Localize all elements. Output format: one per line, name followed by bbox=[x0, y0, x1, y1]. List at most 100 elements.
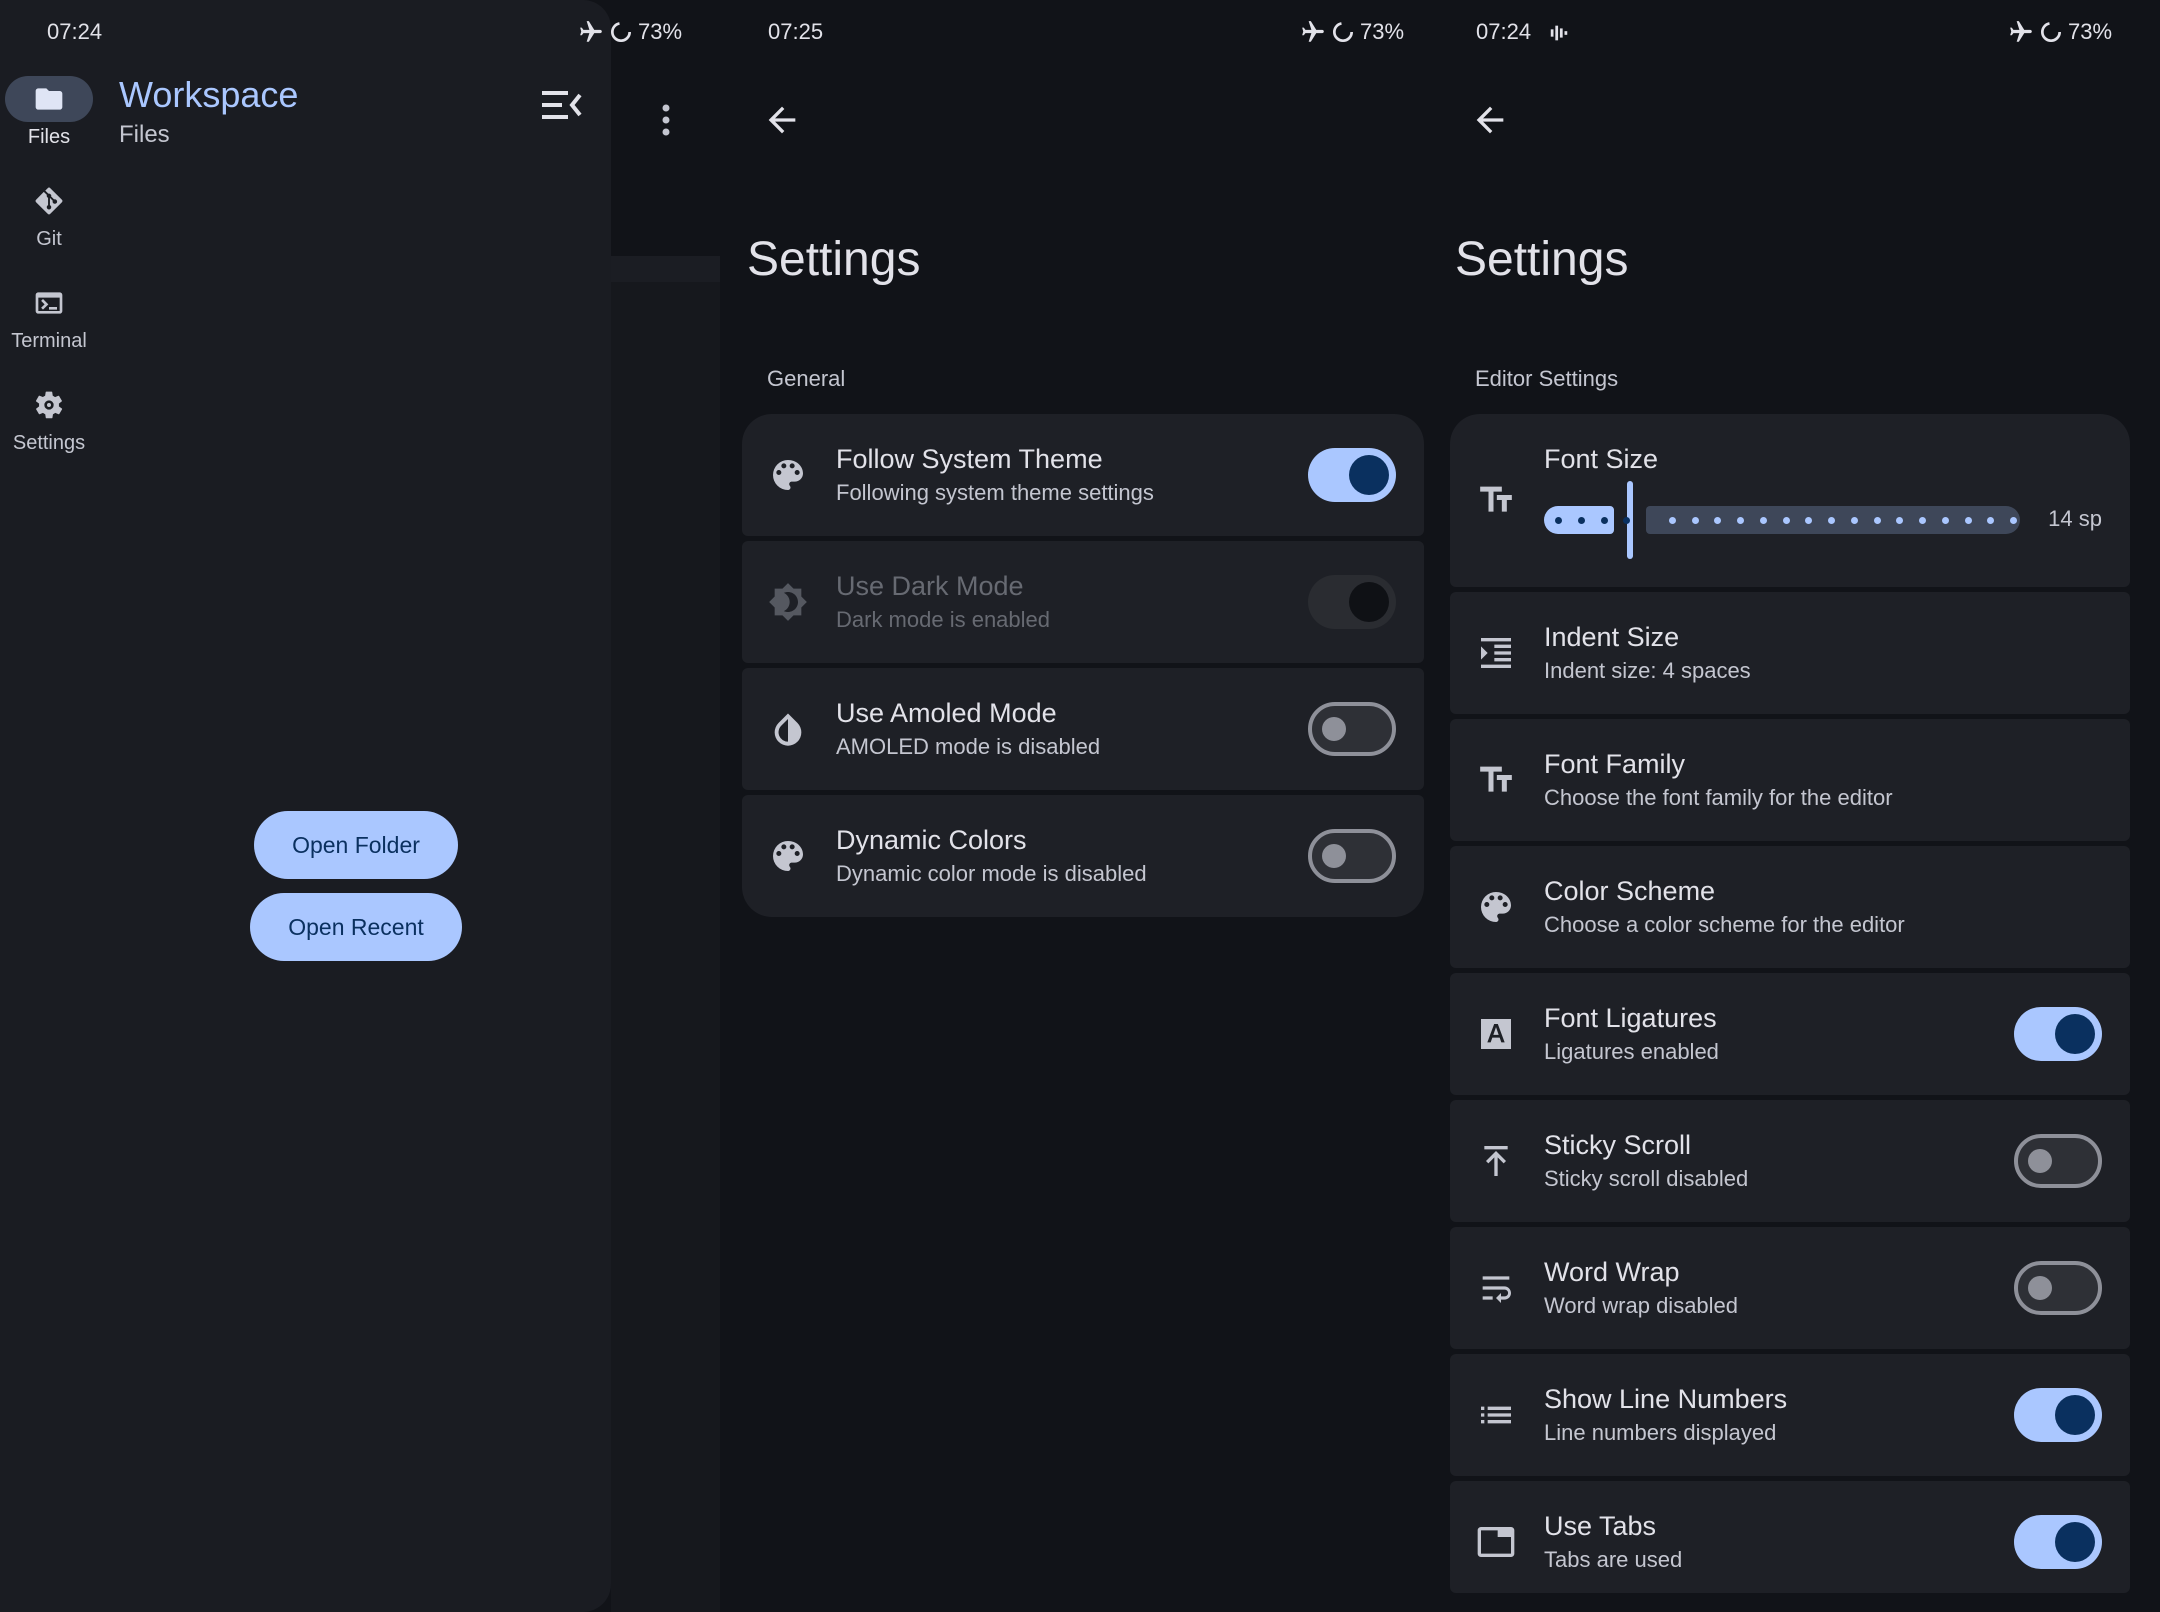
status-time: 07:25 bbox=[768, 19, 824, 44]
slider-tick bbox=[1737, 517, 1744, 524]
setting-subtitle: Choose the font family for the editor bbox=[1544, 785, 1893, 810]
slider-tick bbox=[1873, 517, 1881, 524]
rail-label: Terminal bbox=[11, 330, 87, 352]
setting-title: Use Tabs bbox=[1544, 1511, 1657, 1541]
slider-value: 14 sp bbox=[2048, 506, 2102, 531]
setting-show-line-numbers[interactable]: Show Line Numbers Line numbers displayed bbox=[1450, 1354, 2130, 1476]
setting-title: Show Line Numbers bbox=[1544, 1384, 1788, 1414]
setting-font-ligatures[interactable]: Font Ligatures Ligatures enabled bbox=[1450, 973, 2130, 1095]
setting-word-wrap[interactable]: Word Wrap Word wrap disabled bbox=[1450, 1227, 2130, 1349]
indent-icon bbox=[1476, 633, 1516, 673]
slider-tick bbox=[1555, 517, 1562, 524]
toggle-switch[interactable] bbox=[1308, 702, 1396, 756]
open-recent-button[interactable]: Open Recent bbox=[250, 893, 462, 961]
sound-wave-icon bbox=[1550, 25, 1568, 41]
setting-subtitle: Indent size: 4 spaces bbox=[1544, 658, 1751, 683]
battery-level: 73% bbox=[638, 19, 683, 44]
editor-settings-panel: 07:24 73% Settings Editor Settings Font … bbox=[1428, 0, 2160, 1612]
slider-tick bbox=[2010, 517, 2017, 524]
toggle-switch[interactable] bbox=[2014, 1261, 2102, 1315]
setting-indent-size[interactable]: Indent Size Indent size: 4 spaces bbox=[1450, 592, 2130, 714]
setting-subtitle: Word wrap disabled bbox=[1544, 1293, 1739, 1318]
setting-subtitle: Tabs are used bbox=[1544, 1547, 1683, 1572]
setting-title: Sticky Scroll bbox=[1544, 1130, 1692, 1160]
airplane-mode-icon bbox=[578, 19, 604, 45]
collapse-menu-icon[interactable] bbox=[540, 88, 584, 122]
page-title: Settings bbox=[1455, 233, 1629, 286]
slider-tick bbox=[1828, 517, 1835, 524]
open-folder-button[interactable]: Open Folder bbox=[254, 811, 458, 879]
terminal-icon bbox=[33, 287, 65, 319]
setting-follow-system-theme[interactable]: Follow System Theme Following system the… bbox=[742, 414, 1424, 536]
toggle-switch[interactable] bbox=[1308, 448, 1396, 502]
slider-tick bbox=[1759, 517, 1767, 524]
airplane-mode-icon bbox=[1300, 19, 1326, 45]
background-app-bar bbox=[611, 60, 720, 256]
back-arrow-icon[interactable] bbox=[1470, 100, 1510, 140]
pin-top-icon bbox=[1476, 1141, 1516, 1181]
slider-tick bbox=[1850, 517, 1858, 524]
slider-tick bbox=[1941, 517, 1949, 524]
workspace-panel: 07:24 73% Files Git Terminal Settings Wo… bbox=[0, 0, 720, 1612]
setting-subtitle: Line numbers displayed bbox=[1544, 1420, 1777, 1445]
contrast-icon bbox=[768, 582, 808, 622]
tab-icon bbox=[1476, 1522, 1516, 1562]
setting-font-size[interactable]: Font Size 14 sp bbox=[1450, 414, 2130, 587]
slider-tick bbox=[1668, 517, 1676, 524]
more-options-icon[interactable] bbox=[658, 100, 674, 140]
workspace-title: Workspace bbox=[119, 74, 299, 115]
setting-subtitle: AMOLED mode is disabled bbox=[836, 734, 1101, 759]
setting-title: Color Scheme bbox=[1544, 876, 1716, 906]
toggle-switch bbox=[1308, 575, 1396, 629]
slider-tick bbox=[1691, 517, 1699, 524]
setting-subtitle: Ligatures enabled bbox=[1544, 1039, 1719, 1064]
setting-use-dark-mode: Use Dark Mode Dark mode is enabled bbox=[742, 541, 1424, 663]
rail-item-terminal[interactable]: Terminal bbox=[0, 280, 98, 353]
toggle-switch[interactable] bbox=[2014, 1388, 2102, 1442]
slider-tick bbox=[1919, 517, 1926, 524]
background-content bbox=[611, 282, 720, 1612]
section-header: Editor Settings bbox=[1475, 366, 1619, 391]
status-icons: 73% bbox=[2008, 19, 2112, 45]
gear-icon bbox=[33, 389, 65, 421]
drop-half-icon bbox=[768, 709, 808, 749]
slider-tick bbox=[1782, 517, 1790, 524]
setting-title: Font Ligatures bbox=[1544, 1003, 1717, 1033]
text-size-icon bbox=[1476, 760, 1516, 800]
setting-subtitle: Following system theme settings bbox=[836, 480, 1154, 505]
toggle-switch[interactable] bbox=[1308, 829, 1396, 883]
setting-use-amoled-mode[interactable]: Use Amoled Mode AMOLED mode is disabled bbox=[742, 668, 1424, 790]
setting-subtitle: Dynamic color mode is disabled bbox=[836, 861, 1147, 886]
setting-title: Dynamic Colors bbox=[836, 825, 1027, 855]
setting-dynamic-colors[interactable]: Dynamic Colors Dynamic color mode is dis… bbox=[742, 795, 1424, 917]
text-size-icon bbox=[1476, 480, 1516, 520]
rail-item-settings[interactable]: Settings bbox=[0, 382, 98, 455]
slider-tick bbox=[1964, 517, 1972, 524]
background-divider bbox=[611, 256, 720, 282]
palette-icon bbox=[1476, 887, 1516, 927]
toggle-switch[interactable] bbox=[2014, 1007, 2102, 1061]
status-icons: 73% bbox=[578, 19, 682, 45]
status-icons: 73% bbox=[1300, 19, 1404, 45]
setting-color-scheme[interactable]: Color Scheme Choose a color scheme for t… bbox=[1450, 846, 2130, 968]
setting-title: Indent Size bbox=[1544, 622, 1680, 652]
wrap-text-icon bbox=[1476, 1268, 1516, 1308]
back-arrow-icon[interactable] bbox=[762, 100, 802, 140]
setting-sticky-scroll[interactable]: Sticky Scroll Sticky scroll disabled bbox=[1450, 1100, 2130, 1222]
slider-tick bbox=[1577, 517, 1585, 524]
general-settings-panel: 07:25 73% Settings General Follow System… bbox=[720, 0, 1428, 1612]
battery-icon bbox=[608, 19, 634, 45]
rail-item-files[interactable]: Files bbox=[0, 76, 98, 149]
rail-label: Files bbox=[27, 126, 71, 148]
battery-icon bbox=[1330, 19, 1356, 45]
setting-use-tabs[interactable]: Use Tabs Tabs are used bbox=[1450, 1481, 2130, 1593]
setting-font-family[interactable]: Font Family Choose the font family for t… bbox=[1450, 719, 2130, 841]
status-time: 07:24 bbox=[1476, 19, 1532, 44]
toggle-switch[interactable] bbox=[2014, 1134, 2102, 1188]
rail-item-git[interactable]: Git bbox=[0, 178, 98, 251]
setting-title: Follow System Theme bbox=[836, 444, 1103, 474]
list-icon bbox=[1476, 1395, 1516, 1435]
toggle-switch[interactable] bbox=[2014, 1515, 2102, 1569]
status-bar: 07:24 73% bbox=[1428, 0, 2160, 60]
setting-title: Font Size bbox=[1544, 444, 1659, 474]
